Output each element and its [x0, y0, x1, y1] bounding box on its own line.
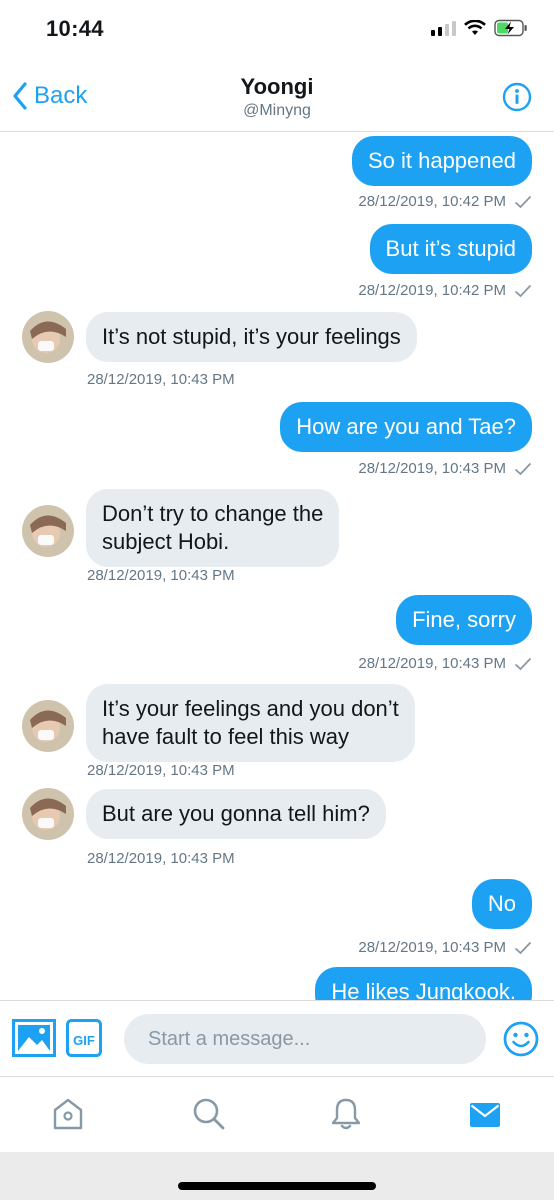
- message-bubble-outgoing[interactable]: He likes Jungkook.: [315, 967, 532, 1000]
- message-text-line: It’s your feelings and you don’t: [102, 696, 399, 721]
- avatar[interactable]: [22, 311, 74, 363]
- message-meta: 28/12/2019, 10:43 PM: [358, 939, 532, 956]
- message-text: It’s not stupid, it’s your feelings: [102, 324, 401, 349]
- message-timestamp: 28/12/2019, 10:43 PM: [87, 371, 235, 388]
- checkmark-icon: [514, 195, 532, 208]
- message-meta: 28/12/2019, 10:43 PM: [358, 655, 532, 672]
- gif-label: GIF: [73, 1033, 95, 1048]
- message-meta: 28/12/2019, 10:43 PM: [87, 567, 235, 584]
- avatar[interactable]: [22, 505, 74, 557]
- home-indicator-area: [0, 1152, 554, 1200]
- message-timestamp: 28/12/2019, 10:43 PM: [87, 567, 235, 584]
- wifi-icon: [464, 20, 486, 35]
- home-icon[interactable]: [52, 1097, 84, 1131]
- message-bubble-incoming[interactable]: But are you gonna tell him?: [86, 789, 386, 839]
- notifications-bell-icon[interactable]: [331, 1097, 361, 1131]
- status-bar: 10:44: [0, 0, 554, 60]
- info-icon[interactable]: [502, 82, 532, 112]
- message-meta: 28/12/2019, 10:42 PM: [358, 193, 532, 210]
- gif-icon: GIF: [66, 1019, 102, 1057]
- checkmark-icon: [514, 941, 532, 954]
- message-text: So it happened: [367, 148, 516, 173]
- contact-name: Yoongi: [240, 74, 314, 99]
- message-bubble-outgoing[interactable]: How are you and Tae?: [280, 402, 532, 452]
- status-time: 10:44: [46, 16, 104, 41]
- message-meta: 28/12/2019, 10:43 PM: [87, 371, 235, 388]
- status-icons: [431, 19, 528, 37]
- message-timestamp: 28/12/2019, 10:42 PM: [358, 282, 506, 299]
- gif-button[interactable]: GIF: [66, 1019, 102, 1062]
- message-timestamp: 28/12/2019, 10:42 PM: [358, 193, 506, 210]
- message-bubble-outgoing[interactable]: No: [471, 879, 532, 929]
- contact-handle: @Minyng: [243, 102, 311, 119]
- avatar[interactable]: [22, 788, 74, 840]
- message-timestamp: 28/12/2019, 10:43 PM: [358, 939, 506, 956]
- messages-envelope-icon[interactable]: [470, 1103, 500, 1127]
- message-composer: GIF: [0, 1000, 554, 1076]
- message-bubble-incoming[interactable]: It’s your feelings and you don’t have fa…: [86, 684, 415, 762]
- contact-title[interactable]: Yoongi @Minyng: [0, 74, 554, 120]
- checkmark-icon: [514, 284, 532, 297]
- message-bubble-incoming[interactable]: Don’t try to change the subject Hobi.: [86, 489, 340, 567]
- message-text: But it’s stupid: [385, 236, 516, 261]
- message-timestamp: 28/12/2019, 10:43 PM: [358, 655, 506, 672]
- message-meta: 28/12/2019, 10:43 PM: [87, 850, 235, 867]
- message-meta: 28/12/2019, 10:43 PM: [87, 762, 235, 779]
- battery-charging-icon: [494, 19, 527, 37]
- cellular-signal-icon: [431, 20, 456, 36]
- message-timestamp: 28/12/2019, 10:43 PM: [87, 762, 235, 779]
- message-text: He likes Jungkook.: [331, 979, 516, 1000]
- message-text: No: [487, 891, 516, 916]
- message-timestamp: 28/12/2019, 10:43 PM: [87, 850, 235, 867]
- image-icon[interactable]: [12, 1019, 56, 1057]
- tab-bar: [0, 1076, 554, 1152]
- conversation[interactable]: So it happened 28/12/2019, 10:42 PM But …: [0, 132, 554, 1000]
- search-icon[interactable]: [192, 1097, 226, 1131]
- message-bubble-outgoing[interactable]: But it’s stupid: [369, 224, 532, 274]
- checkmark-icon: [514, 657, 532, 670]
- message-meta: 28/12/2019, 10:42 PM: [358, 282, 532, 299]
- message-text: Fine, sorry: [412, 607, 516, 632]
- message-bubble-incoming[interactable]: It’s not stupid, it’s your feelings: [86, 312, 417, 362]
- message-meta: 28/12/2019, 10:43 PM: [358, 460, 532, 477]
- avatar[interactable]: [22, 700, 74, 752]
- emoji-icon[interactable]: [503, 1021, 539, 1057]
- message-input[interactable]: [124, 1014, 486, 1064]
- home-indicator[interactable]: [178, 1182, 376, 1190]
- conversation-header: Back Yoongi @Minyng: [0, 60, 554, 132]
- message-text-line: Don’t try to change the: [102, 501, 324, 526]
- checkmark-icon: [514, 462, 532, 475]
- message-text-line: subject Hobi.: [102, 529, 230, 554]
- message-bubble-outgoing[interactable]: Fine, sorry: [396, 595, 532, 645]
- message-text-line: have fault to feel this way: [102, 724, 350, 749]
- message-text: But are you gonna tell him?: [102, 801, 370, 826]
- message-text: How are you and Tae?: [296, 414, 516, 439]
- message-timestamp: 28/12/2019, 10:43 PM: [358, 460, 506, 477]
- message-bubble-outgoing[interactable]: So it happened: [351, 136, 532, 186]
